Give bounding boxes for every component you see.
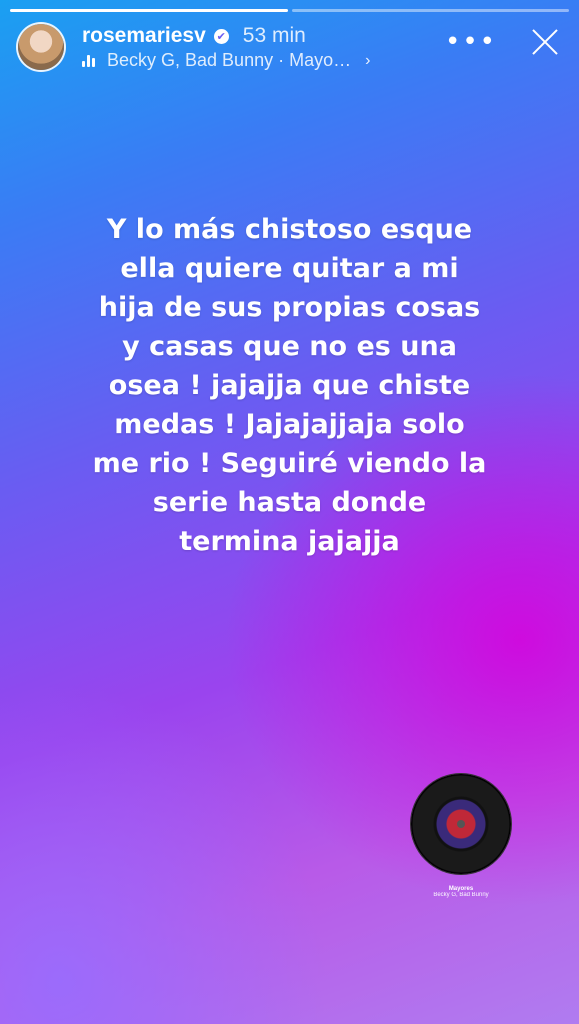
verified-icon: ✔ (213, 28, 229, 44)
user-row: rosemariesv ✔ 53 min (82, 24, 306, 48)
chevron-right-icon: › (365, 51, 371, 69)
disc-hole (457, 820, 465, 828)
close-icon[interactable] (529, 26, 561, 58)
post-time: 53 min (242, 24, 306, 47)
music-title: Becky G, Bad Bunny · Mayo… (107, 50, 352, 70)
progress-bars (10, 9, 569, 12)
music-attribution[interactable]: Becky G, Bad Bunny · Mayo… › (82, 50, 370, 71)
avatar[interactable] (18, 24, 64, 70)
audio-bars-icon (82, 54, 95, 67)
more-icon[interactable]: ••• (445, 29, 497, 55)
music-disc-icon (411, 774, 511, 874)
progress-segment-2 (291, 9, 569, 12)
music-sticker[interactable]: Mayores Becky G, Bad Bunny (410, 774, 512, 898)
progress-segment-1 (10, 9, 288, 12)
story-caption: Y lo más chistoso esque ella quiere quit… (92, 214, 487, 557)
sticker-artist: Becky G, Bad Bunny (433, 892, 489, 898)
story-header: rosemariesv ✔ 53 min Becky G, Bad Bunny … (18, 22, 561, 74)
username[interactable]: rosemariesv (82, 24, 206, 48)
